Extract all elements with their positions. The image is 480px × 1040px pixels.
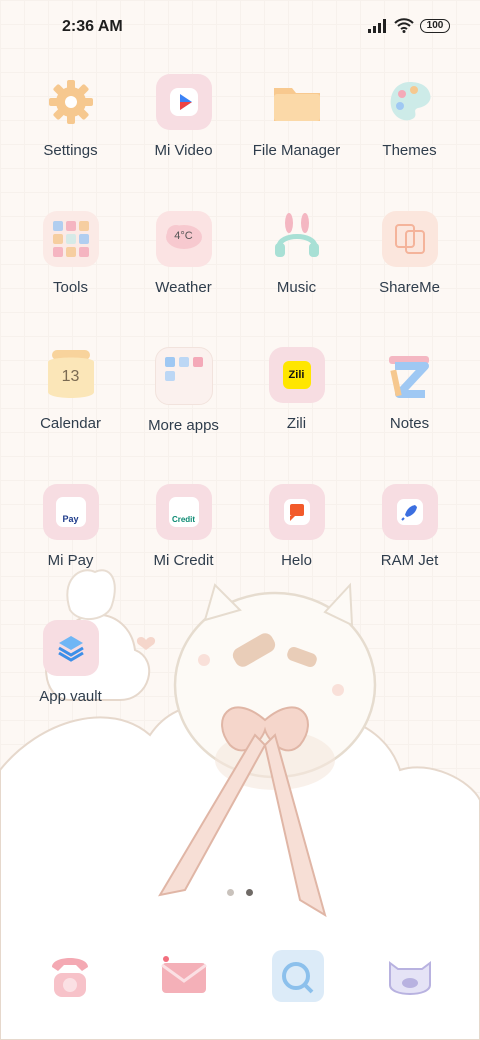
palette-icon [382,74,438,130]
app-weather[interactable]: 4°C Weather [127,211,240,296]
page-dot-1[interactable] [227,889,234,896]
phone-icon[interactable] [40,948,100,1004]
app-label: Themes [382,142,437,159]
app-label: Mi Video [154,142,213,159]
mi-pay-logo: Pay [55,497,86,527]
status-icons: 100 [368,18,450,33]
app-label: Notes [389,415,430,432]
page-dot-2-active[interactable] [246,889,253,896]
status-bar: 2:36 AM 100 [0,0,480,56]
app-label: File Manager [252,142,341,159]
app-label: Music [276,279,317,296]
signal-icon [368,18,386,33]
zili-logo: Zili [282,361,311,389]
app-file-manager[interactable]: File Manager [240,74,353,159]
mi-credit-logo: Credit [168,497,199,527]
weather-temp: 4°C [174,230,193,242]
app-shareme[interactable]: ShareMe [353,211,466,296]
browser-icon[interactable] [268,948,328,1004]
calendar-date: 13 [61,368,80,385]
folder-icon [269,74,325,130]
messages-icon[interactable] [154,948,214,1004]
app-notes[interactable]: Notes [353,347,466,432]
app-label: Calendar [40,415,101,432]
zili-icon: Zili [268,347,325,403]
mi-video-icon [155,74,212,130]
mi-pay-icon: Pay [42,484,99,540]
app-label: RAM Jet [380,552,439,569]
app-label: App vault [39,688,102,705]
camera-icon[interactable] [380,948,440,1004]
notes-icon [382,347,438,403]
app-mi-video[interactable]: Mi Video [127,74,240,159]
more-apps-folder-icon [154,347,213,405]
helo-icon [268,484,325,540]
app-calendar[interactable]: 13 Calendar [14,347,127,432]
headphones-icon [269,211,325,267]
app-label: Mi Credit [153,552,214,569]
app-label: Zili [286,415,307,432]
app-helo[interactable]: Helo [240,484,353,569]
mi-credit-icon: Credit [155,484,212,540]
app-label: More apps [148,417,219,434]
app-themes[interactable]: Themes [353,74,466,159]
calendar-icon: 13 [43,347,99,403]
app-tools[interactable]: Tools [14,211,127,296]
app-label: Tools [52,279,89,296]
app-vault-icon [42,620,99,676]
wifi-icon [394,18,414,33]
app-label: ShareMe [379,279,440,296]
app-zili[interactable]: Zili Zili [240,347,353,432]
app-mi-pay[interactable]: Pay Mi Pay [14,484,127,569]
rocket-icon [381,484,438,540]
shareme-icon [381,211,438,267]
weather-icon: 4°C [155,211,212,267]
dock [0,948,480,1008]
tools-icon [42,211,99,267]
battery-icon: 100 [420,18,450,33]
page-indicator[interactable] [0,889,480,896]
app-more-apps-folder[interactable]: More apps [127,347,240,434]
app-ram-jet[interactable]: RAM Jet [353,484,466,569]
app-label: Settings [43,142,98,159]
app-app-vault[interactable]: App vault [14,620,127,705]
app-mi-credit[interactable]: Credit Mi Credit [127,484,240,569]
app-label: Weather [155,279,212,296]
app-label: Mi Pay [47,552,94,569]
app-label: Helo [281,552,312,569]
app-settings[interactable]: Settings [14,74,127,159]
status-time: 2:36 AM [62,18,123,35]
app-music[interactable]: Music [240,211,353,296]
gear-icon [43,74,99,130]
